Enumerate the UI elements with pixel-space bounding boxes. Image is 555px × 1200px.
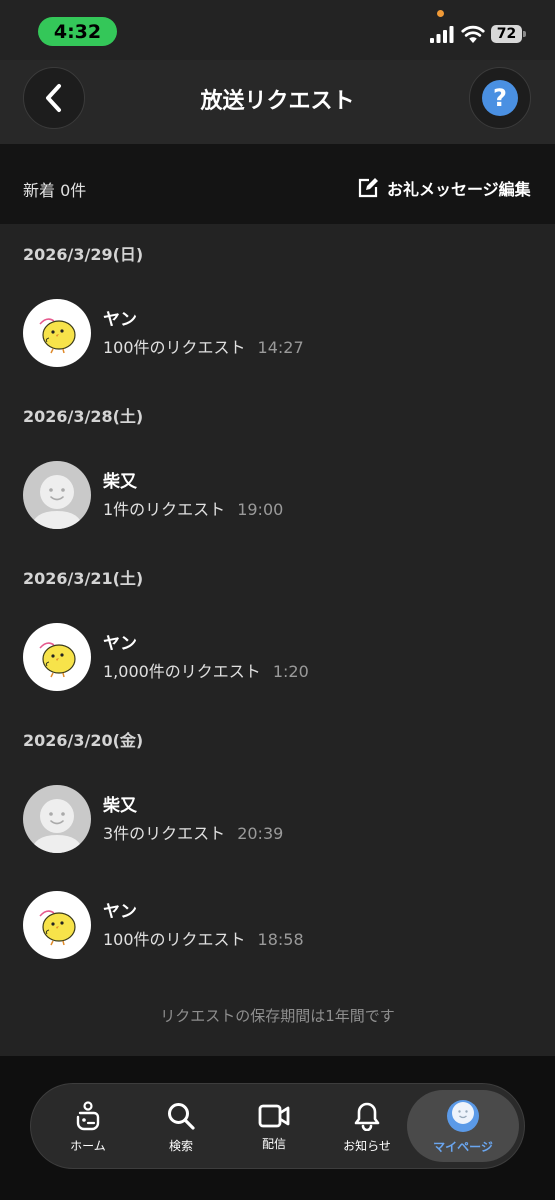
default-avatar-icon [23, 461, 91, 529]
tab-search[interactable]: 検索 [136, 1084, 226, 1170]
retention-note: リクエストの保存期間は1年間です [160, 1007, 395, 1025]
date-header: 2026/3/28(土) [23, 407, 144, 426]
date-header: 2026/3/20(金) [23, 731, 144, 750]
avatar [23, 623, 91, 691]
request-list-item[interactable]: ヤン 100件のリクエスト 14:27 [0, 280, 555, 386]
chick-icon [23, 891, 91, 959]
request-summary: 100件のリクエスト 14:27 [103, 334, 304, 358]
chick-icon [23, 299, 91, 367]
video-camera-icon [258, 1104, 290, 1127]
tab-broadcast-label: 配信 [261, 1136, 286, 1151]
request-list-item[interactable]: ヤン 100件のリクエスト 18:58 [0, 872, 555, 978]
home-icon [76, 1100, 100, 1130]
requester-name: ヤン [103, 902, 137, 922]
request-count: 100件のリクエスト [103, 338, 246, 357]
question-mark-icon: ? [482, 80, 518, 116]
request-list-item[interactable]: 柴又 3件のリクエスト 20:39 [0, 766, 555, 872]
wifi-icon [461, 25, 485, 43]
new-count-bar: 新着 0件 お礼メッセージ編集 [0, 144, 555, 224]
date-header: 2026/3/21(土) [23, 569, 144, 588]
help-button[interactable]: ? [469, 67, 531, 129]
tab-search-label: 検索 [168, 1138, 193, 1153]
date-header: 2026/3/29(日) [23, 245, 144, 264]
battery-tip [523, 31, 526, 37]
tab-home-label: ホーム [70, 1138, 106, 1153]
requester-name: ヤン [103, 310, 137, 330]
avatar [23, 461, 91, 529]
cellular-signal-icon [430, 26, 454, 43]
avatar [23, 299, 91, 367]
request-time: 18:58 [257, 930, 304, 949]
requester-name: 柴又 [103, 472, 137, 492]
request-time: 20:39 [237, 824, 284, 843]
tab-mypage[interactable]: マイページ [418, 1084, 508, 1170]
search-icon [168, 1102, 195, 1130]
edit-thanks-message-label: お礼メッセージ編集 [387, 180, 531, 199]
tab-broadcast[interactable]: 配信 [229, 1084, 319, 1170]
request-list: 2026/3/29(日) ヤン 100件のリクエスト 14:27 2026/3/28(土… [0, 224, 555, 978]
battery-indicator: 72 [491, 25, 522, 43]
requester-name: 柴又 [103, 796, 137, 816]
new-request-count: 新着 0件 [23, 181, 87, 200]
request-count: 1件のリクエスト [103, 500, 226, 519]
tab-home[interactable]: ホーム [43, 1084, 133, 1170]
chick-icon [23, 623, 91, 691]
edit-thanks-message-button[interactable]: お礼メッセージ編集 [357, 175, 531, 201]
tab-bar: ホーム 検索 配信 お知らせ マイページ [30, 1083, 525, 1169]
header: 放送リクエスト ? [0, 60, 555, 144]
tab-mypage-label: マイページ [433, 1139, 493, 1154]
edit-icon [358, 178, 378, 198]
request-time: 14:27 [257, 338, 304, 357]
requester-name: ヤン [103, 634, 137, 654]
request-list-item[interactable]: 柴又 1件のリクエスト 19:00 [0, 442, 555, 548]
request-count: 1,000件のリクエスト [103, 662, 261, 681]
request-count: 3件のリクエスト [103, 824, 226, 843]
bottom-area: ホーム 検索 配信 お知らせ マイページ [0, 1056, 555, 1200]
tab-notifications[interactable]: お知らせ [322, 1084, 412, 1170]
bell-icon [354, 1102, 380, 1131]
request-summary: 100件のリクエスト 18:58 [103, 926, 304, 950]
request-summary: 3件のリクエスト 20:39 [103, 820, 283, 844]
avatar [23, 891, 91, 959]
request-summary: 1,000件のリクエスト 1:20 [103, 658, 309, 682]
avatar [23, 785, 91, 853]
status-time: 4:32 [38, 17, 117, 46]
privacy-indicator-dot [437, 10, 444, 17]
status-bar: 4:32 72 [0, 0, 555, 60]
tab-notifications-label: お知らせ [343, 1138, 391, 1153]
request-summary: 1件のリクエスト 19:00 [103, 496, 283, 520]
request-time: 1:20 [272, 662, 309, 681]
default-avatar-icon [23, 785, 91, 853]
request-count: 100件のリクエスト [103, 930, 246, 949]
request-list-item[interactable]: ヤン 1,000件のリクエスト 1:20 [0, 604, 555, 710]
request-time: 19:00 [237, 500, 284, 519]
avatar-icon [447, 1099, 479, 1132]
